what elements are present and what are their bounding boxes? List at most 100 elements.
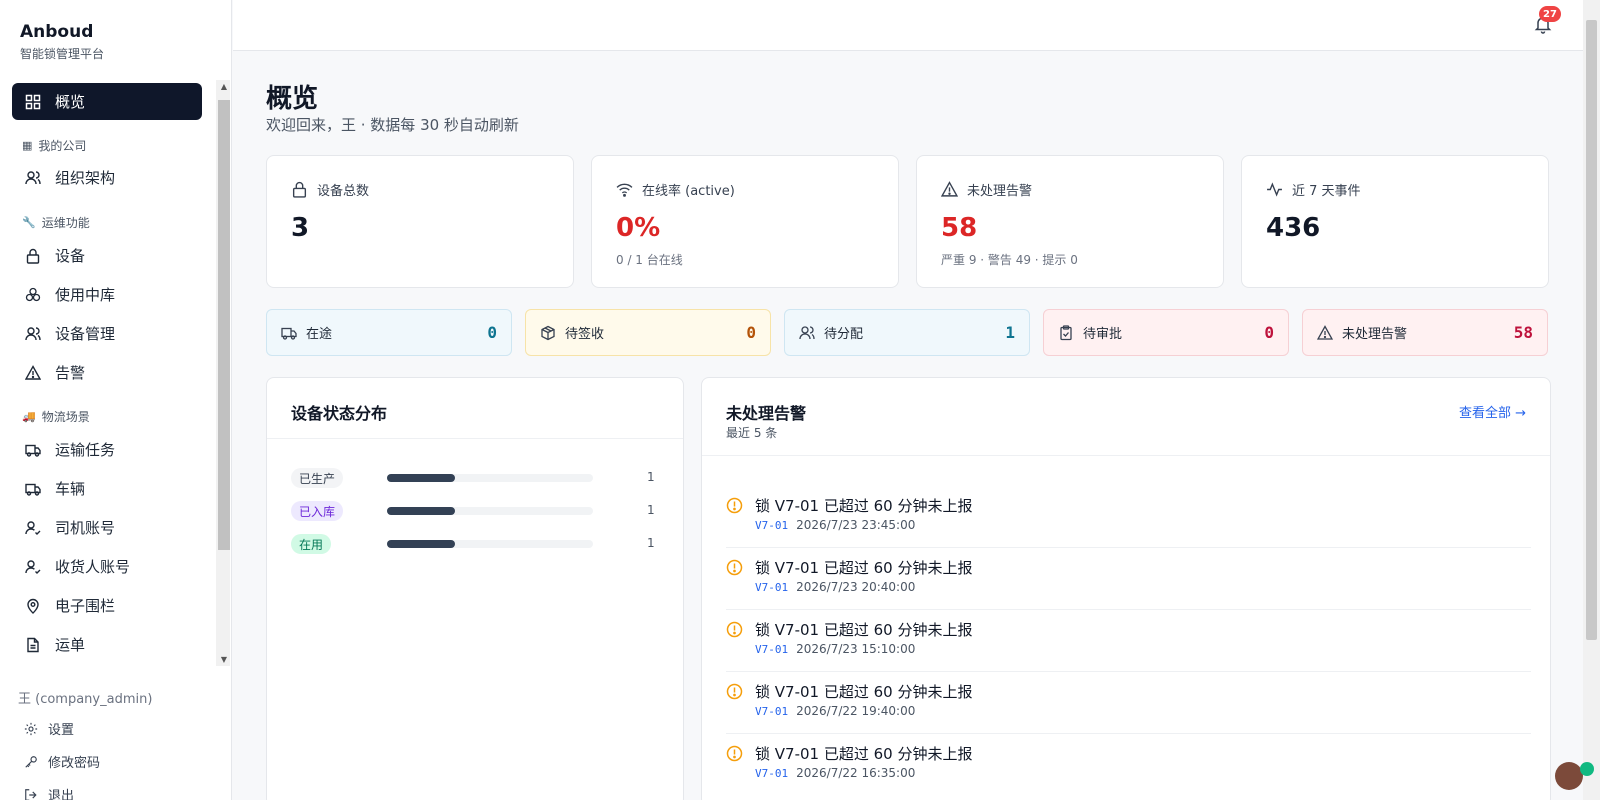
sidebar-nav: 概览 ▦ 我的公司 组织架构 🔧 运维功能 设备 使用中库 设备管理 告警 🚚 … [0, 80, 232, 666]
status-bar-fill [387, 540, 455, 548]
sidebar-item-label: 使用中库 [55, 286, 116, 304]
brand-name: Anboud [20, 22, 94, 42]
logout-label: 退出 [48, 789, 75, 800]
alert-time: 2026/7/23 15:10:00 [796, 642, 916, 656]
warning-icon [1317, 324, 1333, 341]
scroll-down-icon[interactable]: ▼ [218, 655, 230, 664]
page-subtitle: 欢迎回来，王 · 数据每 30 秒自动刷新 [266, 116, 519, 134]
alert-title: 锁 V7-01 已超过 60 分钟未上报 [755, 559, 973, 577]
package-icon [540, 325, 556, 341]
avatar[interactable] [1555, 762, 1583, 790]
sidebar-item-geofence[interactable]: 电子围栏 [12, 587, 202, 624]
alert-item[interactable]: 锁 V7-01 已超过 60 分钟未上报 V7-01 2026/7/22 19:4… [726, 679, 1531, 741]
alert-item[interactable]: 锁 V7-01 已超过 60 分钟未上报 V7-01 2026/7/23 20:4… [726, 555, 1531, 617]
stat-value: 58 [941, 213, 978, 243]
alert-item[interactable]: 锁 V7-01 已超过 60 分钟未上报 V7-01 2026/7/23 23:4… [726, 493, 1531, 555]
user-check-icon [25, 559, 41, 575]
pill-pending-receipt[interactable]: 待签收 0 [525, 309, 771, 356]
alert-circle-icon [726, 559, 743, 576]
change-password-link[interactable]: 修改密码 [24, 752, 100, 771]
device-code[interactable]: V7-01 [755, 643, 788, 656]
sidebar-item-alerts[interactable]: 告警 [12, 354, 202, 391]
sidebar-section-label: 物流场景 [41, 410, 90, 424]
users-icon [799, 325, 815, 341]
pill-pending-assignment[interactable]: 待分配 1 [784, 309, 1030, 356]
sidebar-item-label: 组织架构 [55, 169, 116, 187]
sidebar-section-ops: 🔧 运维功能 [22, 214, 90, 231]
dashboard-icon [25, 94, 41, 110]
stat-label: 在线率 (active) [642, 184, 735, 199]
sidebar-scrollbar-thumb[interactable] [218, 100, 230, 550]
sidebar-item-devices[interactable]: 设备 [12, 237, 202, 274]
status-tag: 已入库 [291, 501, 344, 521]
sidebar-item-driver-accounts[interactable]: 司机账号 [12, 509, 202, 546]
sidebar-item-label: 司机账号 [55, 519, 116, 537]
alert-item[interactable]: 锁 V7-01 已超过 60 分钟未上报 V7-01 2026/7/22 16:3… [726, 741, 1531, 800]
alert-item[interactable]: 锁 V7-01 已超过 60 分钟未上报 V7-01 2026/7/23 15:1… [726, 617, 1531, 679]
logout-icon [24, 788, 38, 800]
logout-link[interactable]: 退出 [24, 785, 74, 800]
sidebar-section-label: 运维功能 [41, 216, 90, 230]
page-scrollbar-thumb[interactable] [1586, 20, 1597, 640]
stat-note: 0 / 1 台在线 [616, 253, 683, 267]
status-row: 已生产 1 [291, 468, 661, 488]
wifi-icon [616, 181, 633, 198]
device-code[interactable]: V7-01 [755, 581, 788, 594]
status-bar-fill [387, 474, 455, 482]
alert-time: 2026/7/22 16:35:00 [796, 766, 916, 780]
device-code[interactable]: V7-01 [755, 705, 788, 718]
panel-subtitle: 最近 5 条 [726, 426, 778, 440]
sidebar-item-vehicles[interactable]: 车辆 [12, 470, 202, 507]
sidebar-item-label: 运输任务 [55, 441, 116, 459]
pill-pending-approval[interactable]: 待审批 0 [1043, 309, 1289, 356]
wrench-icon: 🔧 [22, 216, 36, 229]
sidebar-item-overview[interactable]: 概览 [12, 83, 202, 120]
alert-divider [726, 733, 1531, 734]
status-tag: 在用 [291, 534, 332, 554]
activity-icon [1266, 181, 1283, 198]
sidebar-item-transport-tasks[interactable]: 运输任务 [12, 431, 202, 468]
alert-divider [726, 609, 1531, 610]
device-status-panel: 设备状态分布 已生产 1 已入库 1 在用 1 [266, 377, 684, 800]
truck-icon [281, 325, 297, 341]
pill-label: 待审批 [1083, 327, 1123, 342]
device-code[interactable]: V7-01 [755, 767, 788, 780]
unhandled-alerts-panel: 未处理告警 最近 5 条 查看全部 → 锁 V7-01 已超过 60 分钟未上报… [701, 377, 1551, 800]
scroll-up-icon[interactable]: ▲ [218, 82, 230, 91]
users-icon [25, 170, 41, 186]
sidebar-item-label: 电子围栏 [55, 597, 116, 615]
alert-circle-icon [726, 621, 743, 638]
assistant-badge-icon[interactable] [1580, 762, 1594, 776]
warning-icon [25, 364, 41, 381]
gear-icon [24, 722, 38, 736]
pill-unhandled-alerts[interactable]: 未处理告警 58 [1302, 309, 1548, 356]
sidebar-item-in-use-stock[interactable]: 使用中库 [12, 276, 202, 313]
sidebar-item-waybills[interactable]: 运单 [12, 626, 202, 663]
truck-icon [25, 481, 41, 497]
pill-label: 待签收 [565, 327, 605, 342]
alert-divider [726, 547, 1531, 548]
panel-title: 设备状态分布 [291, 404, 388, 423]
alert-circle-icon [726, 683, 743, 700]
stat-note: 严重 9 · 警告 49 · 提示 0 [941, 253, 1078, 267]
sidebar-item-label: 收货人账号 [55, 558, 131, 576]
settings-label: 设置 [48, 723, 75, 738]
truck-icon [25, 442, 41, 458]
alert-divider [726, 671, 1531, 672]
pill-label: 未处理告警 [1342, 327, 1408, 342]
device-code[interactable]: V7-01 [755, 519, 788, 532]
pill-value: 58 [1513, 323, 1533, 342]
pill-label: 在途 [306, 327, 333, 342]
stat-card-weekly-events: 近 7 天事件 436 [1241, 155, 1549, 288]
map-pin-icon [25, 598, 41, 614]
page-title: 概览 [266, 84, 319, 114]
sidebar: Anboud 智能锁管理平台 概览 ▦ 我的公司 组织架构 🔧 运维功能 设备 … [0, 0, 232, 800]
sidebar-item-label: 运单 [55, 636, 86, 654]
pill-in-transit[interactable]: 在途 0 [266, 309, 512, 356]
sidebar-item-device-management[interactable]: 设备管理 [12, 315, 202, 352]
settings-link[interactable]: 设置 [24, 719, 74, 738]
view-all-link[interactable]: 查看全部 → [1459, 402, 1526, 421]
sidebar-item-label: 概览 [55, 93, 86, 111]
sidebar-item-org[interactable]: 组织架构 [12, 159, 202, 196]
sidebar-item-consignee-accounts[interactable]: 收货人账号 [12, 548, 202, 585]
